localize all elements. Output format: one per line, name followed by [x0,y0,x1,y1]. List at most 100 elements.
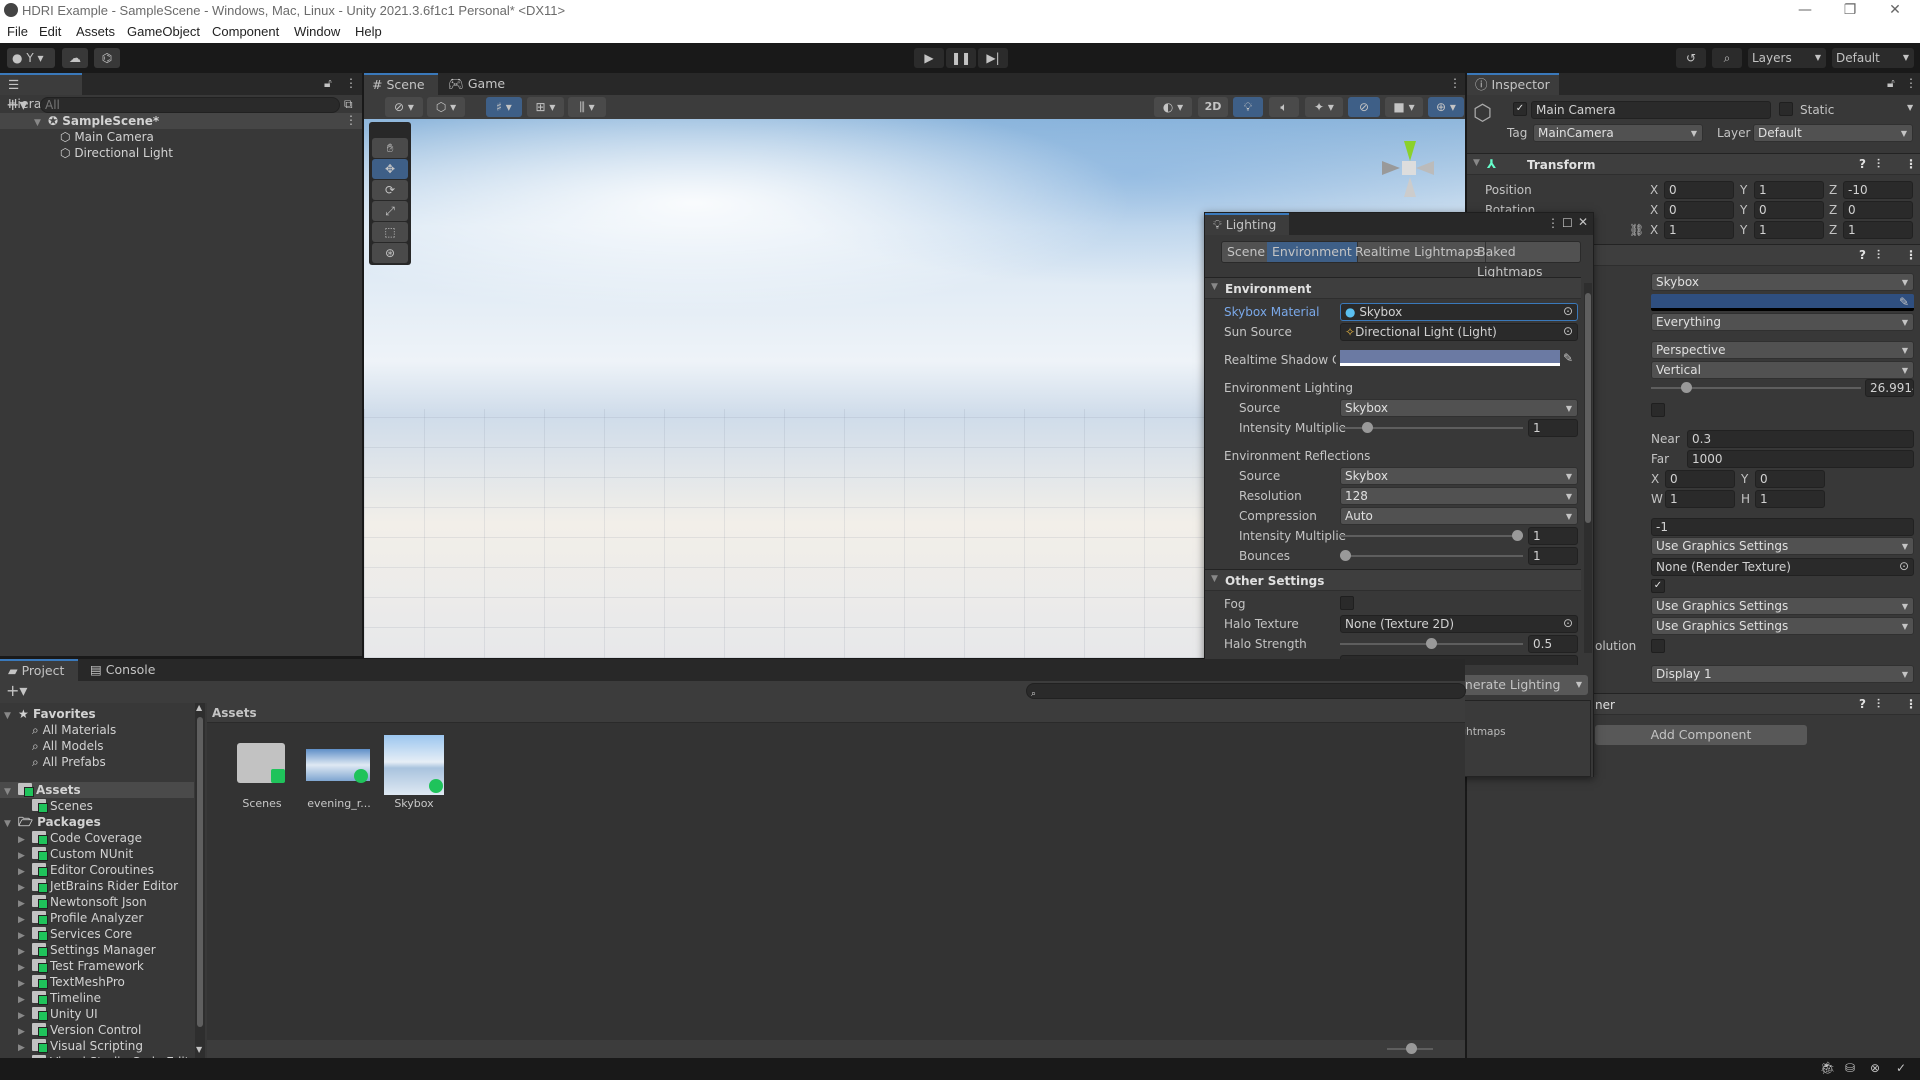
bounces-track[interactable] [1340,555,1523,557]
presets-icon[interactable]: ⫶ [1877,697,1880,712]
package-item[interactable]: ▶ Version Control [18,1022,141,1038]
projection-dropdown[interactable]: Perspective [1651,341,1914,359]
object-picker-icon[interactable]: ⊙ [1899,559,1909,573]
more-menu-icon[interactable]: ⋮ [1449,76,1461,90]
menu-window[interactable]: Window [294,24,340,39]
camera-dropdown[interactable]: ■ ▾ [1385,97,1423,117]
favorite-item[interactable]: ⌕ All Models [32,738,104,754]
help-icon[interactable]: ? [1859,157,1866,171]
physical-camera-checkbox[interactable] [1651,403,1665,417]
package-item[interactable]: ▶ TextMeshPro [18,974,125,990]
package-item[interactable]: ▶ Visual Scripting [18,1038,143,1054]
effects-dropdown[interactable]: ✦ ▾ [1305,97,1343,117]
position-x-input[interactable]: 0 [1664,181,1734,199]
lighting-tab-baked-lightmaps[interactable]: Baked Lightmaps [1472,242,1580,279]
lighting-toggle[interactable]: 💡︎ [1233,97,1263,117]
layers-dropdown[interactable]: Layers ▼ [1748,48,1826,68]
menu-gameobject[interactable]: GameObject [127,24,200,39]
scale-z-input[interactable]: 1 [1843,221,1913,239]
refl-compression-dropdown[interactable]: Auto [1340,507,1578,525]
maximize-icon[interactable]: ☐ [1562,216,1573,230]
breadcrumb-assets[interactable]: Assets [212,706,257,720]
refl-resolution-dropdown[interactable]: 128 [1340,487,1578,505]
scrollbar-thumb[interactable] [197,717,203,1027]
far-clip-input[interactable]: 1000 [1687,450,1914,468]
halo-strength-knob[interactable] [1426,638,1437,649]
project-search-input[interactable]: ⌕ [1026,683,1466,699]
eyedropper-icon[interactable]: ✎ [1899,295,1909,309]
visibility-toggle[interactable]: ⊘ [1348,97,1380,117]
auto-generate-lighting-off-icon[interactable]: ⊗ [1870,1061,1880,1075]
layer-dropdown[interactable]: Default [1753,124,1913,142]
play-button[interactable]: ▶ [914,48,944,68]
presets-icon[interactable]: ⫶ [1877,157,1880,172]
static-checkbox[interactable] [1779,102,1793,116]
eyedropper-icon[interactable]: ✎ [1563,351,1573,365]
packages-row[interactable]: ▼ 🗁︎ Packages [4,814,101,830]
hierarchy-item[interactable]: ⬡ Main Camera [60,129,154,145]
tab-project[interactable]: ▰ Project [0,659,78,681]
tab-console[interactable]: ▤ Console [82,659,163,681]
package-item[interactable]: ▶ Test Framework [18,958,144,974]
package-item[interactable]: ▶ Custom NUnit [18,846,133,862]
target-display-dropdown[interactable]: Display 1 [1651,665,1914,683]
halo-strength-input[interactable]: 0.5 [1528,635,1578,653]
gizmo-x-axis[interactable] [1416,161,1434,175]
package-item[interactable]: ▶ Editor Coroutines [18,862,154,878]
asset-item-scenes[interactable]: Scenes [227,735,297,815]
close-button[interactable]: ✕ [1875,2,1915,18]
other-settings-section-header[interactable]: ▼ Other Settings [1205,569,1581,591]
expand-arrow-icon[interactable]: ▼ [34,115,48,131]
layout-dropdown[interactable]: Default ▼ [1832,48,1914,68]
tool-rect[interactable]: ⬚ [372,222,408,242]
gizmo-center-cube[interactable] [1402,161,1416,175]
more-menu-icon[interactable]: ⋮ [345,76,357,90]
chevron-down-icon[interactable]: ▼ [1576,675,1582,695]
debug-off-icon[interactable]: 🐞︎ [1820,1061,1835,1075]
viewport-w-input[interactable]: 1 [1665,490,1735,508]
tag-dropdown[interactable]: MainCamera [1533,124,1703,142]
create-asset-button[interactable]: +▾ [6,681,27,700]
package-item[interactable]: ▶ Newtonsoft Json [18,894,147,910]
static-dropdown-icon[interactable]: ▼ [1907,103,1913,112]
tool-hand[interactable]: ✋︎ [372,138,408,158]
scrollbar-thumb[interactable] [1585,293,1591,523]
menu-edit[interactable]: Edit [39,24,61,39]
refl-intensity-track[interactable] [1340,535,1523,537]
viewport-y-input[interactable]: 0 [1755,470,1825,488]
add-component-button[interactable]: Add Component [1595,725,1807,745]
rotation-z-input[interactable]: 0 [1843,201,1913,219]
account-dropdown[interactable]: ● Y ▾ [7,48,55,68]
constrain-proportions-icon[interactable]: ⛓ [1629,223,1644,237]
depth-input[interactable]: -1 [1651,518,1914,536]
rotation-x-input[interactable]: 0 [1664,201,1734,219]
collab-button[interactable]: ⌬ [94,48,120,68]
tool-scale[interactable]: ⤢ [372,201,408,221]
bounces-input[interactable]: 1 [1528,547,1578,565]
package-item[interactable]: ▶ JetBrains Rider Editor [18,878,178,894]
rendering-path-dropdown[interactable]: Use Graphics Settings [1651,537,1914,555]
folder-item[interactable]: Scenes [32,798,93,814]
package-item[interactable]: ▶ Timeline [18,990,101,1006]
scene-row[interactable]: ▼ ✪ SampleScene* ⋮ [0,113,362,129]
fov-axis-dropdown[interactable]: Vertical [1651,361,1914,379]
fov-input[interactable]: 26.9914 [1865,379,1914,397]
near-clip-input[interactable]: 0.3 [1687,430,1914,448]
object-picker-icon[interactable]: ⊙ [1563,324,1573,338]
scroll-up-icon[interactable]: ▲ [196,703,202,712]
search-options-icon[interactable]: ⧉ [344,97,353,112]
rotation-y-input[interactable]: 0 [1754,201,1824,219]
pause-button[interactable]: ❚❚ [946,48,976,68]
culling-mask-dropdown[interactable]: Everything [1651,313,1914,331]
status-ok-icon[interactable]: ✓ [1896,1061,1906,1075]
audio-toggle[interactable]: 🔈︎ [1269,97,1299,117]
cloud-button[interactable]: ☁ [62,48,88,68]
bounces-knob[interactable] [1340,550,1351,561]
hierarchy-item[interactable]: ⬡ Directional Light [60,145,173,161]
tool-transform[interactable]: ⊛ [372,243,408,263]
refl-intensity-knob[interactable] [1512,530,1523,541]
asset-item-hdri[interactable]: evening_r... [302,735,376,815]
favorite-item[interactable]: ⌕ All Prefabs [32,754,106,770]
dynamic-resolution-checkbox[interactable] [1651,639,1665,653]
viewport-x-input[interactable]: 0 [1665,470,1735,488]
